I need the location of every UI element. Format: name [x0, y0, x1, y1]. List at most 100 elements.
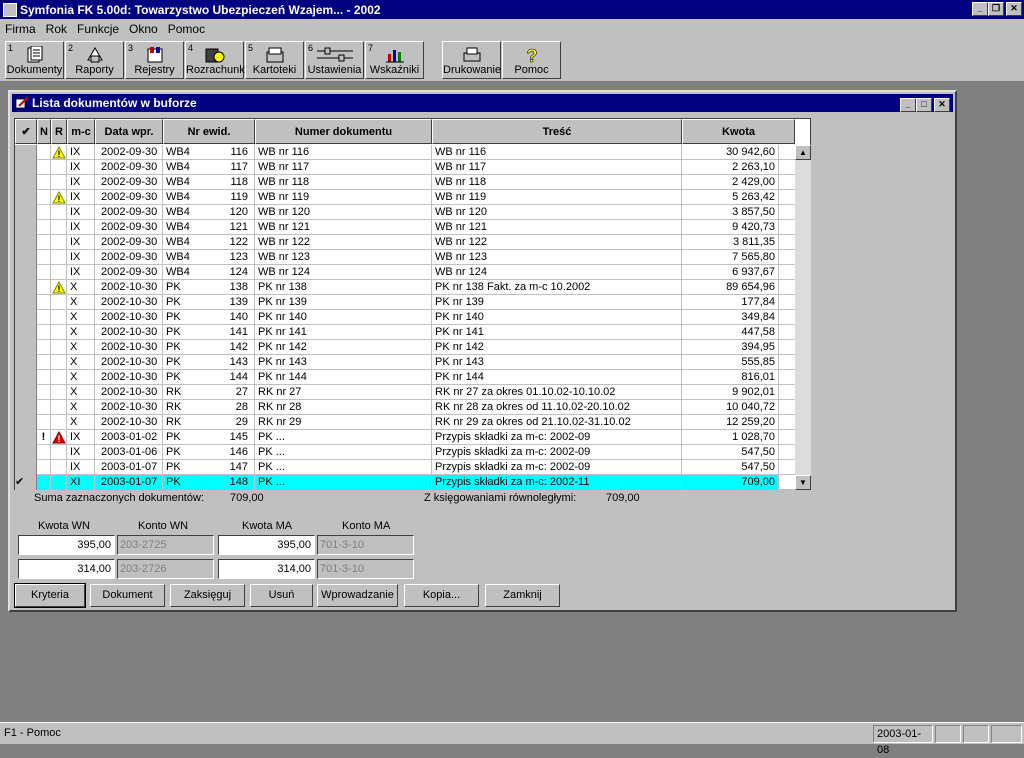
toolbar-raporty-button[interactable]: 2 Raporty — [65, 41, 124, 79]
toolbar-dokumenty-button[interactable]: 1 Dokumenty — [5, 41, 64, 79]
table-row[interactable]: IX 2002-09-30 WB4 118 WB nr 118 WB nr 118 2 42… — [15, 175, 795, 190]
konto-wn-field-1[interactable]: 203-2725 — [117, 535, 214, 555]
konto-ma-field-2[interactable]: 701-3-10 — [317, 559, 414, 579]
konto-wn-label: Konto WN — [138, 520, 189, 532]
table-row[interactable]: IX 2002-09-30 WB4 122 WB nr 122 WB nr 122 3 81… — [15, 235, 795, 250]
wprowadzanie-button[interactable]: Wprowadzanie — [317, 584, 398, 607]
konto-wn-field-2[interactable]: 203-2726 — [117, 559, 214, 579]
zamknij-button[interactable]: Zamknij — [485, 584, 560, 607]
toolbar-rejestry-button[interactable]: 3 Rejestry — [125, 41, 184, 79]
col-header-mc[interactable]: m-c — [67, 119, 95, 144]
menu-rok[interactable]: Rok — [41, 22, 72, 36]
menu-firma[interactable]: Firma — [0, 22, 41, 36]
col-header-amount[interactable]: Kwota — [682, 119, 795, 144]
row-doc-nr: 144 — [229, 371, 248, 383]
row-doc-number-cell: WB nr 121 — [255, 220, 432, 235]
grid-vertical-scrollbar[interactable]: ▲ ▼ — [795, 145, 811, 490]
table-row[interactable]: X 2002-10-30 RK 27 RK nr 27 RK nr 27 za okres… — [15, 385, 795, 400]
col-header-r[interactable]: R — [51, 119, 67, 144]
menu-okno[interactable]: Okno — [124, 22, 163, 36]
table-row[interactable]: ✔ XI 2003-01-07 PK 148 PK ... Przypis składki … — [15, 475, 795, 490]
table-row[interactable]: IX 2002-09-30 WB4 124 WB nr 124 WB nr 124 6 93… — [15, 265, 795, 280]
table-row[interactable]: IX 2002-09-30 WB4 117 WB nr 117 WB nr 117 2 26… — [15, 160, 795, 175]
table-row[interactable]: X 2002-10-30 RK 29 RK nr 29 RK nr 29 za okres… — [15, 415, 795, 430]
table-row[interactable]: X 2002-10-30 PK 139 PK nr 139 PK nr 139 177,84 — [15, 295, 795, 310]
table-row[interactable]: ! IX 2002-09-30 WB4 119 WB nr 119 WB nr 119 5 2… — [15, 190, 795, 205]
col-header-n[interactable]: N — [37, 119, 51, 144]
table-row[interactable]: X 2002-10-30 PK 144 PK nr 144 PK nr 144 816,01 — [15, 370, 795, 385]
kryteria-button[interactable]: Kryteria — [14, 583, 86, 608]
restore-button[interactable]: ❐ — [988, 2, 1004, 16]
table-row[interactable]: X 2002-10-30 RK 28 RK nr 28 RK nr 28 za okres… — [15, 400, 795, 415]
table-row[interactable]: X 2002-10-30 PK 143 PK nr 143 PK nr 143 555,85 — [15, 355, 795, 370]
row-nr-ewid-cell: RK 29 — [163, 415, 255, 430]
col-header-check[interactable]: ✔ — [15, 119, 37, 144]
row-check-cell — [15, 145, 37, 160]
table-row[interactable]: IX 2002-09-30 WB4 120 WB nr 120 WB nr 120 3 85… — [15, 205, 795, 220]
close-button[interactable]: ✕ — [1006, 2, 1022, 16]
minimize-button[interactable]: _ — [972, 2, 988, 16]
row-r-cell: ! — [51, 430, 67, 445]
row-doc-number-cell: PK nr 143 — [255, 355, 432, 370]
toolbar-wskazniki-button[interactable]: 7 Wskaźniki — [365, 41, 424, 79]
konto-ma-field-1[interactable]: 701-3-10 — [317, 535, 414, 555]
table-row[interactable]: ! IX 2002-09-30 WB4 116 WB nr 116 WB nr 116 30 … — [15, 145, 795, 160]
row-check-cell — [15, 355, 37, 370]
toolbar-pomoc-button[interactable]: ? Pomoc — [502, 41, 561, 79]
kwota-wn-field-2[interactable]: 314,00 — [18, 559, 115, 579]
row-date-cell: 2003-01-07 — [95, 475, 163, 490]
row-amount-cell: 3 857,50 — [682, 205, 779, 220]
toolbar-drukowanie-button[interactable]: Drukowanie — [442, 41, 501, 79]
menu-funkcje[interactable]: Funkcje — [72, 22, 124, 36]
row-month-cell: IX — [67, 175, 95, 190]
row-n-cell — [37, 160, 51, 175]
row-doc-nr: 139 — [229, 296, 248, 308]
scroll-down-icon[interactable]: ▼ — [795, 475, 811, 490]
table-row[interactable]: X 2002-10-30 PK 142 PK nr 142 PK nr 142 394,95 — [15, 340, 795, 355]
row-doc-type: RK — [166, 416, 182, 428]
table-row[interactable]: IX 2002-09-30 WB4 121 WB nr 121 WB nr 121 9 42… — [15, 220, 795, 235]
kwota-ma-field-2[interactable]: 314,00 — [218, 559, 315, 579]
menu-pomoc[interactable]: Pomoc — [163, 22, 210, 36]
table-row[interactable]: IX 2002-09-30 WB4 123 WB nr 123 WB nr 123 7 56… — [15, 250, 795, 265]
dokument-button[interactable]: Dokument — [90, 584, 165, 607]
row-description-cell: WB nr 122 — [432, 235, 682, 250]
scroll-up-icon[interactable]: ▲ — [795, 145, 811, 160]
doc-close-button[interactable]: ✕ — [934, 98, 950, 112]
row-amount-cell: 30 942,60 — [682, 145, 779, 160]
col-header-date[interactable]: Data wpr. — [95, 119, 163, 144]
usun-button[interactable]: Usuń — [250, 584, 313, 607]
row-month-cell: IX — [67, 265, 95, 280]
kwota-wn-label: Kwota WN — [38, 520, 90, 532]
doc-maximize-button[interactable]: □ — [916, 98, 932, 112]
row-date-cell: 2002-09-30 — [95, 220, 163, 235]
row-nr-ewid-cell: PK 142 — [163, 340, 255, 355]
row-doc-number-cell: PK ... — [255, 460, 432, 475]
row-doc-type: RK — [166, 386, 182, 398]
col-header-doc-number[interactable]: Numer dokumentu — [255, 119, 432, 144]
table-row[interactable]: IX 2003-01-07 PK 147 PK ... Przypis składki z… — [15, 460, 795, 475]
kwota-wn-field-1[interactable]: 395,00 — [18, 535, 115, 555]
table-row[interactable]: IX 2003-01-06 PK 146 PK ... Przypis składki z… — [15, 445, 795, 460]
doc-minimize-button[interactable]: _ — [900, 98, 916, 112]
col-header-nr-ewid[interactable]: Nr ewid. — [163, 119, 255, 144]
toolbar-ustawienia-button[interactable]: 6 Ustawienia — [305, 41, 364, 79]
toolbar-kartoteki-button[interactable]: 5 Kartoteki — [245, 41, 304, 79]
table-row[interactable]: X 2002-10-30 PK 140 PK nr 140 PK nr 140 349,84 — [15, 310, 795, 325]
table-row[interactable]: !! IX 2003-01-02 PK 145 PK ... Przypis składki… — [15, 430, 795, 445]
row-date-cell: 2002-09-30 — [95, 145, 163, 160]
toolbar-rozrachunki-button[interactable]: 4 Rozrachunki — [185, 41, 247, 79]
zaksieguj-button[interactable]: Zaksięguj — [170, 584, 245, 607]
row-date-cell: 2002-10-30 — [95, 370, 163, 385]
kwota-ma-field-1[interactable]: 395,00 — [218, 535, 315, 555]
row-doc-nr: 28 — [235, 401, 248, 413]
row-check-cell — [15, 445, 37, 460]
col-header-description[interactable]: Treść — [432, 119, 682, 144]
row-description-cell: PK nr 139 — [432, 295, 682, 310]
table-row[interactable]: ! X 2002-10-30 PK 138 PK nr 138 PK nr 138 Fakt… — [15, 280, 795, 295]
row-month-cell: X — [67, 355, 95, 370]
table-row[interactable]: X 2002-10-30 PK 141 PK nr 141 PK nr 141 447,58 — [15, 325, 795, 340]
row-doc-type: PK — [166, 461, 181, 473]
svg-text:!: ! — [58, 149, 61, 159]
kopia-button[interactable]: Kopia... — [404, 584, 479, 607]
